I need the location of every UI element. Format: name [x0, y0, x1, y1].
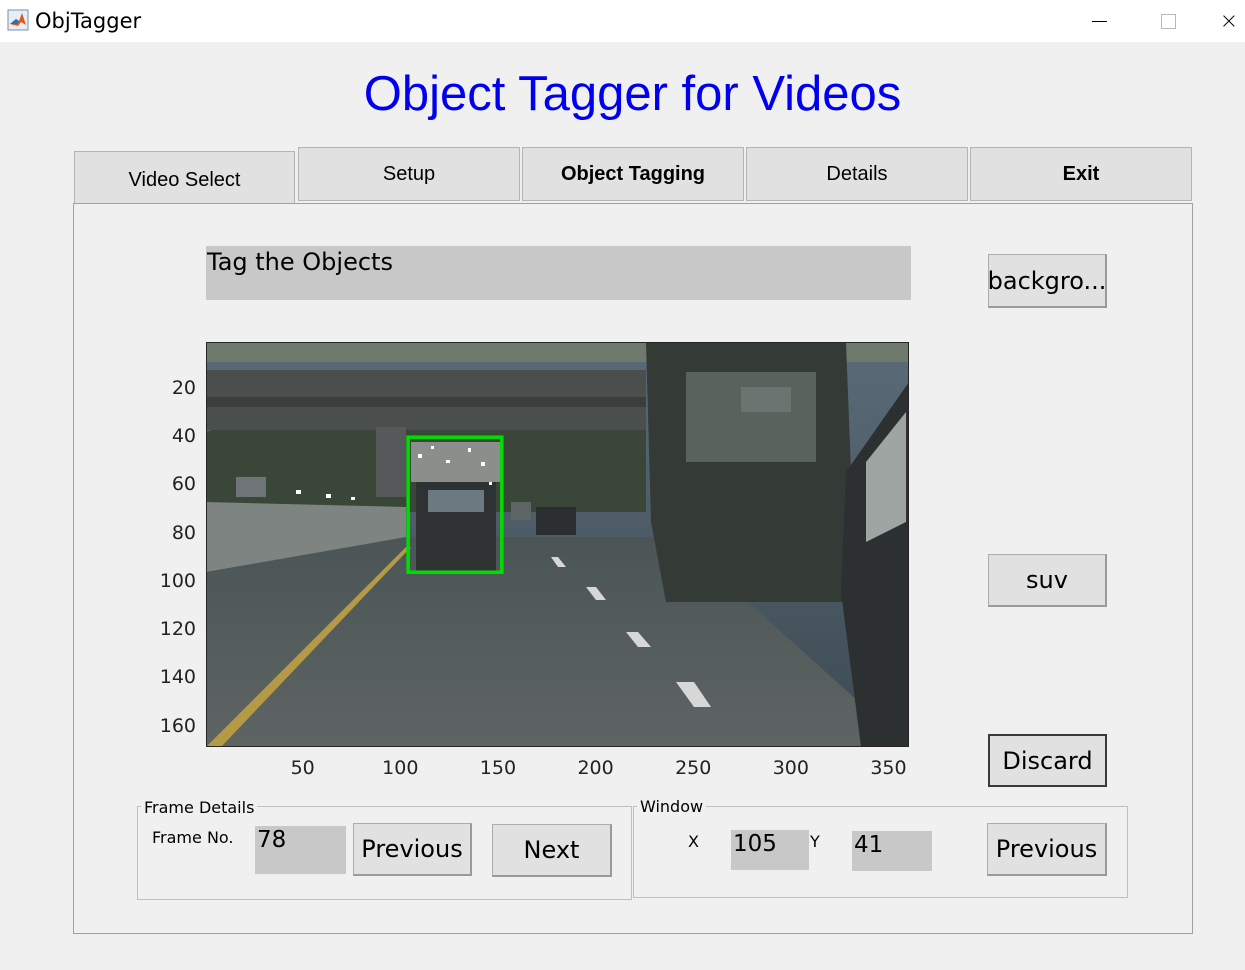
y-label: Y [810, 832, 820, 851]
tab-label: Video Select [128, 169, 241, 191]
discard-button-label: Discard [1002, 746, 1093, 775]
y-tick-label: 140 [159, 666, 196, 689]
x-tick-label: 250 [675, 757, 712, 779]
app-title: Object Tagger for Videos [363, 67, 902, 121]
window-previous-button[interactable]: Previous [987, 823, 1107, 876]
background-button-label: backgro... [988, 266, 1107, 295]
x-tick-label: 200 [577, 757, 614, 779]
x-tick-label: 50 [290, 757, 315, 779]
status-text: Tag the Objects [206, 246, 911, 300]
background-button[interactable]: backgro... [988, 254, 1107, 308]
y-tick-label: 40 [171, 425, 196, 448]
tab-details[interactable]: Details [746, 147, 968, 201]
tab-video-select[interactable]: Video Select [74, 151, 295, 205]
frame-next-button[interactable]: Next [492, 824, 612, 877]
tab-label: Details [826, 162, 888, 185]
window-titlebar: ObjTagger [0, 0, 1245, 42]
y-tick-label: 80 [171, 521, 196, 544]
tab-object-tagging[interactable]: Object Tagging [522, 147, 744, 201]
video-frame-image [206, 342, 909, 747]
suv-button-label: suv [1026, 566, 1068, 594]
tab-label: Exit [1062, 162, 1100, 185]
video-frame-axes[interactable] [206, 342, 909, 747]
frame-previous-button[interactable]: Previous [353, 823, 472, 876]
minimize-icon[interactable] [1085, 8, 1115, 34]
window-title: ObjTagger [35, 9, 142, 33]
y-tick-label: 60 [171, 473, 196, 496]
tab-label: Object Tagging [560, 162, 706, 185]
x-tick-label: 300 [772, 757, 809, 779]
x-tick-label: 350 [870, 757, 907, 779]
tab-setup[interactable]: Setup [298, 147, 520, 201]
y-field[interactable]: 41 [852, 831, 932, 871]
tab-exit[interactable]: Exit [970, 147, 1192, 201]
frame-details-label: Frame Details [141, 798, 258, 817]
window-group-label: Window [637, 797, 707, 816]
suv-button[interactable]: suv [988, 554, 1107, 607]
frame-number-label: Frame No. [152, 828, 234, 847]
frame-next-label: Next [523, 836, 580, 864]
close-icon[interactable] [1222, 8, 1245, 34]
y-tick-label: 20 [171, 377, 196, 399]
x-tick-label: 100 [382, 757, 419, 779]
x-label: X [688, 832, 699, 851]
discard-button[interactable]: Discard [988, 734, 1107, 787]
frame-number-field[interactable]: 78 [255, 826, 346, 874]
y-tick-label: 120 [159, 618, 196, 641]
y-tick-label: 100 [159, 569, 196, 592]
frame-previous-label: Previous [361, 835, 463, 863]
x-field[interactable]: 105 [731, 830, 809, 870]
x-tick-label: 150 [479, 757, 517, 779]
matlab-icon [7, 9, 29, 31]
maximize-icon[interactable] [1153, 8, 1183, 34]
window-previous-label: Previous [995, 835, 1098, 863]
y-tick-label: 160 [159, 714, 196, 737]
tab-label: Setup [382, 162, 436, 185]
